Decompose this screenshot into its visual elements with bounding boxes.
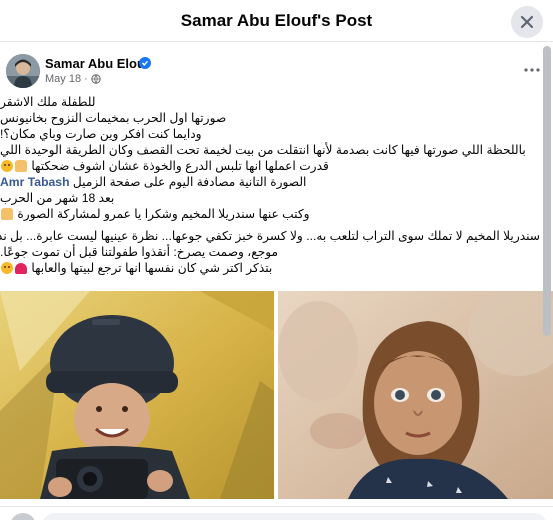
dialog-title: Samar Abu Elouf's Post — [180, 11, 373, 30]
post-line: للطفلة ملك الاشقر — [0, 95, 96, 109]
post-line-text: وكتب عنها سندريلا المخيم وشكرا يا عمرو ل… — [17, 207, 310, 221]
broken-heart-emoji-icon — [15, 263, 27, 274]
close-icon — [520, 15, 534, 29]
post-line: وكتب عنها سندريلا المخيم وشكرا يا عمرو ل… — [0, 206, 540, 222]
post-meta: May 18 · — [45, 73, 101, 85]
meta-separator: · — [84, 73, 88, 85]
close-button[interactable] — [511, 6, 543, 38]
post-text: للطفلة ملك الاشقر صورتها اول الحرب بمخيم… — [0, 94, 540, 276]
post-line: بتذكر اكتر شي كان نفسها انها ترجع لبيتها… — [0, 260, 540, 276]
globe-icon — [91, 74, 101, 84]
post-line-text: بتذكر اكتر شي كان نفسها انها ترجع لبيتها… — [31, 261, 273, 275]
post-line: باللحظة اللي صورتها فيها كانت بصدمة لأنه… — [0, 143, 526, 157]
author-avatar[interactable] — [6, 54, 40, 88]
pray-emoji-icon — [15, 160, 27, 172]
dialog-header: Samar Abu Elouf's Post — [0, 0, 553, 42]
more-options-icon — [524, 68, 540, 72]
commenter-avatar — [10, 513, 36, 520]
photo-grid — [0, 291, 553, 501]
comment-bar — [0, 506, 553, 520]
post-date[interactable]: May 18 — [45, 73, 81, 85]
comment-input[interactable] — [42, 513, 547, 520]
scrollbar[interactable] — [543, 46, 551, 336]
mention-link[interactable]: Amr Tabash — [0, 175, 70, 189]
post-line: صورتها اول الحرب بمخيمات النزوح بخانيونس — [0, 111, 227, 125]
post-line-text: الصورة التانية مصادفة اليوم على صفحة الز… — [72, 175, 307, 189]
pray-emoji-icon — [1, 208, 13, 220]
photo-girl-portrait[interactable] — [278, 291, 553, 499]
sad-emoji-icon — [1, 160, 13, 172]
more-options-button[interactable] — [522, 62, 542, 78]
post-line-text: قدرت اعملها انها تلبس الدرع والخوذة عشان… — [31, 159, 329, 173]
post-header: Samar Abu Elouf May 18 · — [0, 52, 540, 92]
post-line: الصورة التانية مصادفة اليوم على صفحة الز… — [0, 174, 540, 190]
post-line: بعد 18 شهر من الحرب — [0, 191, 115, 205]
photo-girl-helmet[interactable] — [0, 291, 274, 499]
author-name[interactable]: Samar Abu Elouf — [45, 56, 149, 71]
sad-emoji-icon — [1, 262, 13, 274]
post-line: قدرت اعملها انها تلبس الدرع والخوذة عشان… — [0, 158, 540, 174]
post-line: ودايما كنت افكر وين صارت وباي مكان؟! — [0, 127, 202, 141]
post-line: سندريلا المخيم لا تملك سوى التراب لتلعب … — [0, 229, 540, 243]
verified-badge-icon — [139, 57, 151, 69]
post-line: موجع، وصمت يصرخ: أنقذوا طفولتنا قبل أن ت… — [0, 245, 279, 259]
